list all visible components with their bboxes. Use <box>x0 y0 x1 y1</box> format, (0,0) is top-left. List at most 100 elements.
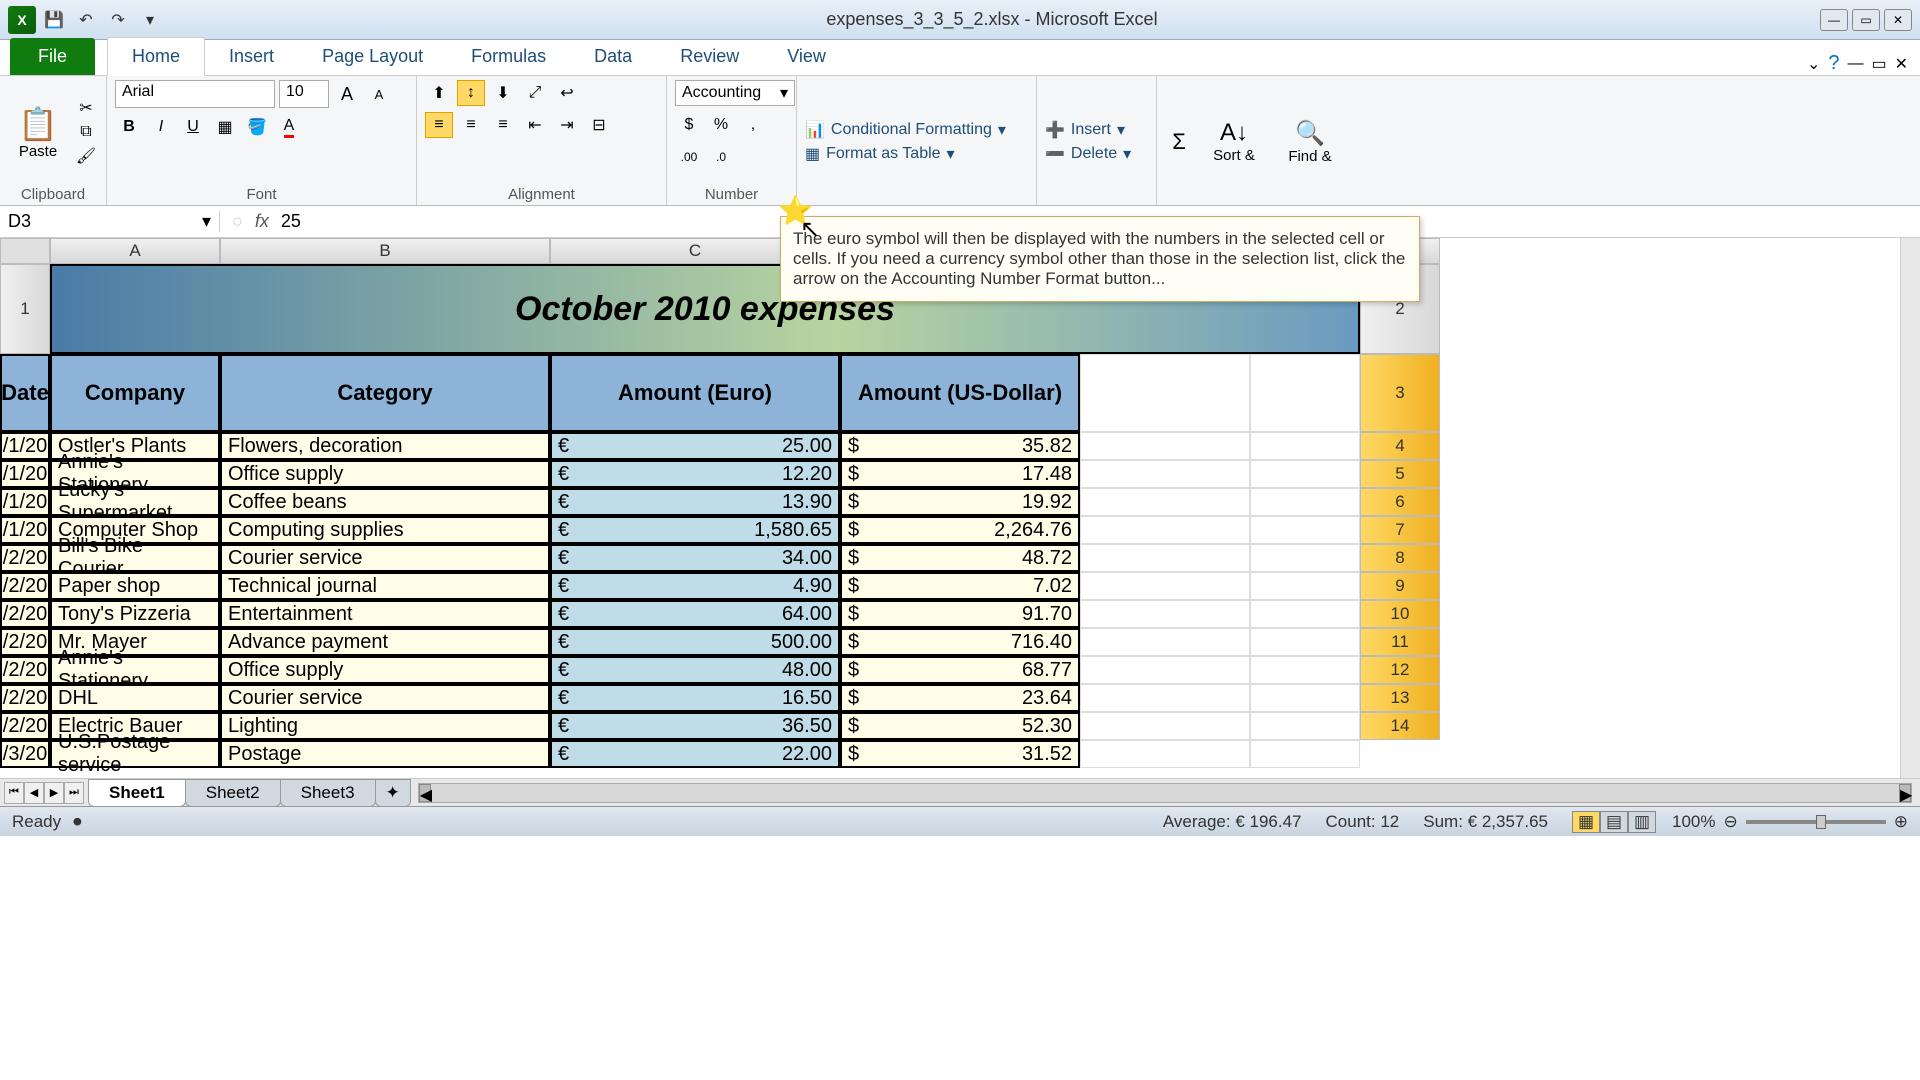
col-header-A[interactable]: A <box>50 238 220 264</box>
italic-button[interactable]: I <box>147 114 175 140</box>
cell-F2[interactable] <box>1080 354 1250 432</box>
minimize-ribbon-icon[interactable]: ⌄ <box>1807 54 1820 74</box>
row-header-8[interactable]: 8 <box>1360 544 1440 572</box>
cell-dollar-6[interactable]: $2,264.76 <box>840 516 1080 544</box>
row-header-12[interactable]: 12 <box>1360 656 1440 684</box>
cell-euro-10[interactable]: €500.00 <box>550 628 840 656</box>
cell-dollar-11[interactable]: $68.77 <box>840 656 1080 684</box>
tab-insert[interactable]: Insert <box>205 38 298 75</box>
cell-G5[interactable] <box>1250 488 1360 516</box>
name-box-dropdown-icon[interactable]: ▾ <box>202 211 211 232</box>
row-header-6[interactable]: 6 <box>1360 488 1440 516</box>
comma-format-icon[interactable]: , <box>739 112 767 138</box>
cell-euro-13[interactable]: €36.50 <box>550 712 840 740</box>
orientation-icon[interactable]: ⤢ <box>521 80 549 106</box>
row-header-7[interactable]: 7 <box>1360 516 1440 544</box>
cell-date-6[interactable]: 10/1/2010 <box>0 516 50 544</box>
font-name-select[interactable]: Arial <box>115 80 275 108</box>
format-painter-icon[interactable]: 🖌 <box>74 145 98 167</box>
cell-euro-5[interactable]: €13.90 <box>550 488 840 516</box>
sheet-tab-3[interactable]: Sheet3 <box>280 779 376 807</box>
cell-date-14[interactable]: 10/3/2010 <box>0 740 50 768</box>
cell-category-3[interactable]: Flowers, decoration <box>220 432 550 460</box>
cell-category-11[interactable]: Office supply <box>220 656 550 684</box>
select-all-corner[interactable] <box>0 238 50 264</box>
horizontal-scrollbar[interactable]: ◀ ▶ <box>418 783 1912 803</box>
cell-G8[interactable] <box>1250 572 1360 600</box>
row-header-1[interactable]: 1 <box>0 264 50 354</box>
redo-icon[interactable]: ↷ <box>104 6 132 34</box>
minimize-button[interactable]: — <box>1820 9 1848 31</box>
view-page-layout-button[interactable]: ▤ <box>1600 811 1628 833</box>
cell-euro-14[interactable]: €22.00 <box>550 740 840 768</box>
vertical-scrollbar[interactable] <box>1900 238 1920 778</box>
tab-file[interactable]: File <box>10 38 95 75</box>
view-page-break-button[interactable]: ▥ <box>1628 811 1656 833</box>
row-header-3[interactable]: 3 <box>1360 354 1440 432</box>
cell-date-13[interactable]: 10/2/2010 <box>0 712 50 740</box>
cell-F11[interactable] <box>1080 656 1250 684</box>
cell-euro-12[interactable]: €16.50 <box>550 684 840 712</box>
tab-review[interactable]: Review <box>656 38 763 75</box>
increase-indent-icon[interactable]: ⇥ <box>553 112 581 138</box>
cell-dollar-10[interactable]: $716.40 <box>840 628 1080 656</box>
row-header-13[interactable]: 13 <box>1360 684 1440 712</box>
doc-minimize-icon[interactable]: — <box>1847 55 1863 73</box>
cell-F8[interactable] <box>1080 572 1250 600</box>
header-euro[interactable]: Amount (Euro) <box>550 354 840 432</box>
undo-icon[interactable]: ↶ <box>72 6 100 34</box>
cell-category-6[interactable]: Computing supplies <box>220 516 550 544</box>
cell-dollar-4[interactable]: $17.48 <box>840 460 1080 488</box>
cell-company-8[interactable]: Paper shop <box>50 572 220 600</box>
tab-view[interactable]: View <box>763 38 850 75</box>
find-select-button[interactable]: 🔍 Find & <box>1275 119 1345 165</box>
zoom-level[interactable]: 100% <box>1672 812 1715 832</box>
sheet-nav-first[interactable]: ⏮ <box>4 782 24 804</box>
tab-home[interactable]: Home <box>107 37 205 76</box>
cell-F9[interactable] <box>1080 600 1250 628</box>
cell-date-8[interactable]: 10/2/2010 <box>0 572 50 600</box>
header-company[interactable]: Company <box>50 354 220 432</box>
cell-dollar-12[interactable]: $23.64 <box>840 684 1080 712</box>
sheet-tab-2[interactable]: Sheet2 <box>185 779 281 807</box>
cell-dollar-14[interactable]: $31.52 <box>840 740 1080 768</box>
cell-category-12[interactable]: Courier service <box>220 684 550 712</box>
zoom-out-button[interactable]: ⊖ <box>1724 812 1738 832</box>
cell-euro-6[interactable]: €1,580.65 <box>550 516 840 544</box>
name-box[interactable]: D3 ▾ <box>0 211 220 232</box>
cell-dollar-5[interactable]: $19.92 <box>840 488 1080 516</box>
cell-G13[interactable] <box>1250 712 1360 740</box>
doc-close-icon[interactable]: ✕ <box>1895 54 1908 74</box>
close-button[interactable]: ✕ <box>1884 9 1912 31</box>
maximize-button[interactable]: ▭ <box>1852 9 1880 31</box>
borders-button[interactable]: ▦ <box>211 114 239 140</box>
copy-icon[interactable]: ⧉ <box>74 121 98 143</box>
formula-input[interactable]: 25 <box>281 211 301 232</box>
cell-G4[interactable] <box>1250 460 1360 488</box>
row-header-5[interactable]: 5 <box>1360 460 1440 488</box>
cell-company-14[interactable]: U.S.Postage service <box>50 740 220 768</box>
tab-data[interactable]: Data <box>570 38 656 75</box>
row-header-9[interactable]: 9 <box>1360 572 1440 600</box>
col-header-B[interactable]: B <box>220 238 550 264</box>
align-left-icon[interactable]: ≡ <box>425 112 453 138</box>
sort-filter-button[interactable]: A↓ Sort & <box>1199 119 1269 164</box>
help-icon[interactable]: ? <box>1828 52 1839 75</box>
cell-euro-9[interactable]: €64.00 <box>550 600 840 628</box>
accounting-format-icon[interactable]: $ <box>675 112 703 138</box>
cell-F4[interactable] <box>1080 460 1250 488</box>
cell-G9[interactable] <box>1250 600 1360 628</box>
tab-page-layout[interactable]: Page Layout <box>298 38 447 75</box>
font-size-select[interactable]: 10 <box>279 80 329 108</box>
cell-G6[interactable] <box>1250 516 1360 544</box>
sheet-tab-1[interactable]: Sheet1 <box>88 779 186 807</box>
sheet-nav-prev[interactable]: ◀ <box>24 782 44 804</box>
cell-company-7[interactable]: Bill's Bike Courier <box>50 544 220 572</box>
header-dollar[interactable]: Amount (US-Dollar) <box>840 354 1080 432</box>
cell-category-14[interactable]: Postage <box>220 740 550 768</box>
align-bottom-icon[interactable]: ⬇ <box>489 80 517 106</box>
cell-dollar-3[interactable]: $35.82 <box>840 432 1080 460</box>
insert-cells-button[interactable]: ➕ Insert ▾ <box>1045 120 1131 140</box>
align-top-icon[interactable]: ⬆ <box>425 80 453 106</box>
number-format-select[interactable]: Accounting▾ <box>675 80 795 106</box>
